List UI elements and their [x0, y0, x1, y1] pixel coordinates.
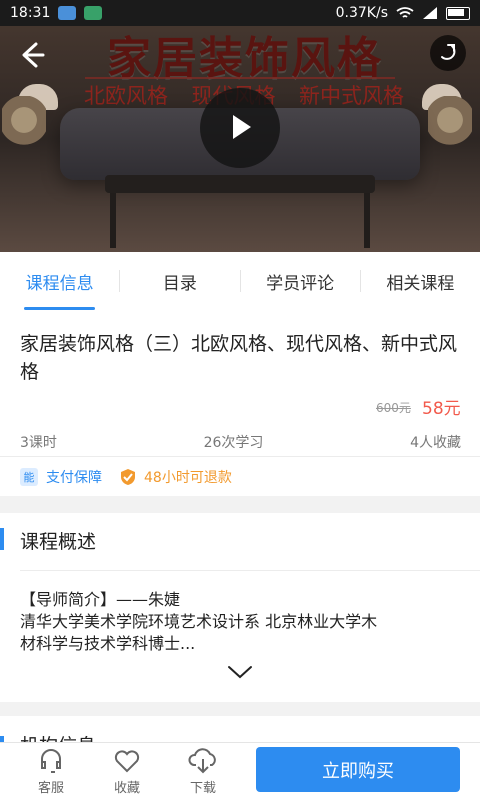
customer-service-label: 客服 — [37, 781, 64, 796]
tab-course-info[interactable]: 课程信息 — [0, 252, 119, 310]
overview-line-1: 【导师简介】——朱婕 — [20, 590, 181, 609]
favorite-button[interactable]: 收藏 — [101, 747, 153, 797]
play-button[interactable] — [200, 88, 280, 168]
share-button[interactable] — [430, 35, 466, 71]
battery-icon — [446, 6, 470, 20]
guarantee-row: 能 支付保障 48小时可退款 — [20, 467, 232, 487]
tab-related-courses[interactable]: 相关课程 — [361, 252, 480, 310]
coffee-table-legs-image — [110, 193, 370, 248]
course-info-card: 家居装饰风格（三）北欧风格、现代风格、新中式风格 600元 58元 3课时 26… — [0, 310, 480, 496]
network-speed: 0.37K/s — [335, 5, 388, 21]
customer-service-button[interactable]: 客服 — [25, 747, 77, 797]
favorite-label: 收藏 — [113, 781, 140, 796]
hero-divider — [85, 77, 395, 79]
download-label: 下载 — [189, 781, 216, 796]
old-price: 600元 — [376, 401, 411, 415]
tab-catalog[interactable]: 目录 — [120, 252, 239, 310]
payment-guarantee-label: 支付保障 — [46, 470, 102, 486]
wifi-icon — [396, 7, 414, 18]
coffee-table-image — [105, 175, 375, 193]
status-time: 18:31 — [10, 5, 51, 21]
status-left: 18:31 — [10, 5, 103, 21]
buy-now-button[interactable]: 立即购买 — [256, 747, 460, 792]
institution-section-preview: 机构信息 — [0, 716, 480, 742]
section-accent-bar — [0, 528, 4, 550]
signal-icon — [423, 7, 437, 19]
refund-guarantee-label: 48小时可退款 — [144, 470, 232, 486]
chevron-down-icon[interactable] — [227, 664, 253, 680]
hero-style-nordic: 北欧风格 — [84, 84, 168, 108]
refund-guarantee: 48小时可退款 — [120, 467, 232, 487]
status-bar: 18:31 0.37K/s — [0, 0, 480, 26]
android-icon — [84, 6, 103, 20]
status-right: 0.37K/s — [336, 5, 470, 21]
back-arrow-icon[interactable] — [14, 38, 48, 72]
bottom-action-bar: 客服 收藏 下载 立即购买 — [0, 742, 480, 801]
overview-title: 课程概述 — [20, 531, 97, 553]
overview-divider — [20, 570, 480, 571]
download-button[interactable]: 下载 — [177, 747, 229, 797]
course-overview-section: 课程概述 【导师简介】——朱婕 清华大学美术学院环境艺术设计系 北京林业大学木 … — [0, 513, 480, 702]
course-title: 家居装饰风格（三）北欧风格、现代风格、新中式风格 — [20, 333, 458, 383]
share-icon — [441, 44, 456, 60]
shield-check-icon — [121, 469, 135, 485]
course-stats: 3课时 26次学习 4人收藏 — [20, 432, 461, 452]
headset-icon — [41, 749, 61, 773]
favorite-count: 4人收藏 — [410, 435, 461, 451]
right-plant-image — [428, 96, 472, 156]
overview-text: 【导师简介】——朱婕 清华大学美术学院环境艺术设计系 北京林业大学木 材科学与技… — [20, 589, 460, 655]
course-divider — [0, 456, 480, 457]
hero-style-new-chinese: 新中式风格 — [299, 84, 404, 108]
institution-title: 机构信息 — [20, 731, 96, 742]
overview-line-3: 材科学与技术学科博士... — [20, 634, 196, 653]
overview-line-2: 清华大学美术学院环境艺术设计系 北京林业大学木 — [20, 612, 378, 631]
cloud-download-icon — [188, 748, 216, 774]
study-count: 26次学习 — [203, 435, 264, 451]
course-tabs: 课程信息 目录 学员评论 相关课程 — [0, 252, 480, 311]
lesson-count: 3课时 — [20, 435, 57, 451]
usb-icon — [58, 6, 77, 20]
payment-guarantee: 能 支付保障 — [20, 467, 102, 487]
heart-icon — [114, 750, 140, 773]
current-price: 58元 — [422, 399, 461, 419]
left-plant-image — [2, 96, 46, 156]
payment-guarantee-icon: 能 — [20, 468, 38, 486]
tab-reviews[interactable]: 学员评论 — [241, 252, 360, 310]
